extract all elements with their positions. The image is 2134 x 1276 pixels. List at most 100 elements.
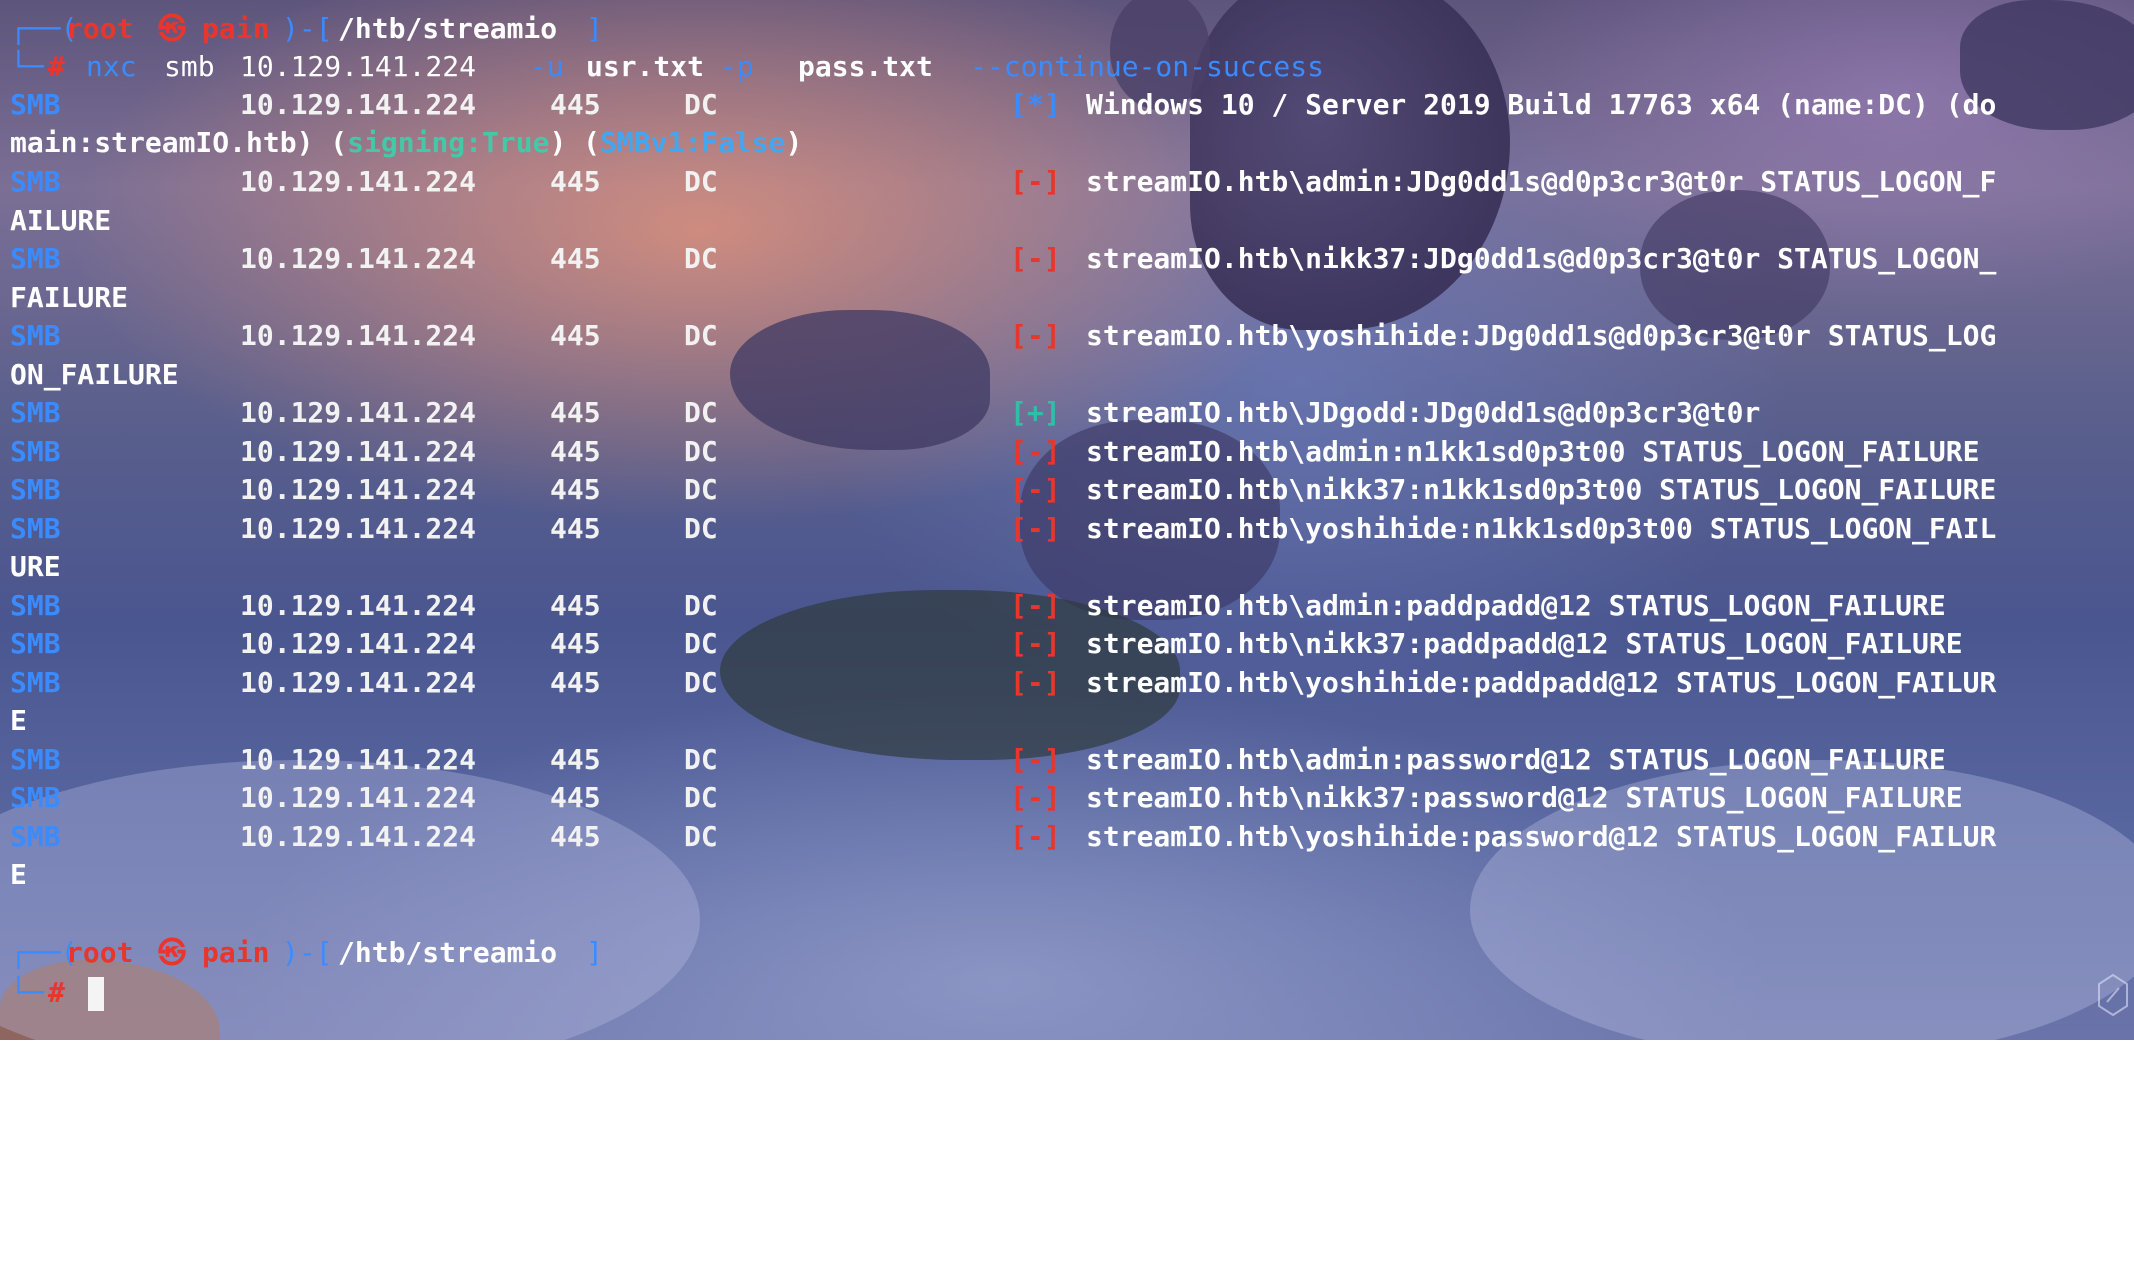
ip-address: 10.129.141.224 [240,165,477,198]
command-flag-user: -u [530,50,564,83]
proto-label: SMB [10,434,61,468]
prompt-frame-close: ] [586,936,603,969]
prompt-header: ┌──( root ㉿ pain )-[ /htb/streamio ] [0,10,603,48]
result-message: streamIO.htb\admin:paddpadd@12 STATUS_LO… [1086,588,1946,622]
result-wrap: E [10,704,27,737]
ip-address: 10.129.141.224 [240,627,477,660]
status-tag-failure: [-] [1010,781,1061,814]
ip-address: 10.129.141.224 [240,319,477,352]
port-number: 445 [550,665,601,699]
prompt-hash: # [48,50,65,83]
ip-address: 10.129.141.224 [240,473,477,506]
command-subcommand: smb [164,50,215,83]
status-tag-failure: [-] [1010,742,1061,776]
host-name: DC [684,665,718,699]
info-wrap-prefix: main:streamIO.htb) ( [10,126,348,159]
result-message: streamIO.htb\yoshihide:paddpadd@12 STATU… [1086,665,1997,699]
proto-label: SMB [10,819,61,853]
port-number: 445 [550,434,601,468]
host-name: DC [684,511,718,545]
prompt-hash: # [48,976,65,1009]
prompt-frame-mid: )-[ [282,12,333,45]
host-name: DC [684,742,718,776]
info-wrap-mid: ) ( [549,126,601,159]
prompt-header-final: ┌──( root ㉿ pain )-[ /htb/streamio ] [0,934,603,972]
prompt-corner: └─ [10,50,44,83]
status-tag-failure: [-] [1010,588,1061,622]
ip-address: 10.129.141.224 [240,781,477,814]
result-wrap: URE [10,550,61,583]
result-wrap: E [10,858,27,891]
proto-label: SMB [10,665,61,699]
host-name: DC [684,781,718,814]
signing-value: signing:True [347,126,550,159]
command-target: 10.129.141.224 [240,50,477,83]
prompt-host: pain [202,12,270,45]
host-name: DC [684,819,718,853]
ip-address: 10.129.141.224 [240,819,477,853]
command-program: nxc [86,50,137,83]
result-message: streamIO.htb\nikk37:password@12 STATUS_L… [1086,781,1963,814]
status-tag-failure: [-] [1010,434,1061,468]
ip-address: 10.129.141.224 [240,742,477,776]
host-name: DC [684,588,718,622]
result-wrap: AILURE [10,203,112,237]
host-name: DC [684,319,718,352]
proto-label: SMB [10,781,61,814]
status-tag-failure: [-] [1010,165,1061,198]
smbv1-value: SMBv1:False [600,126,786,159]
proto-label: SMB [10,627,61,660]
proto-label: SMB [10,165,61,198]
ip-address: 10.129.141.224 [240,242,477,275]
result-message: streamIO.htb\yoshihide:password@12 STATU… [1086,819,1997,853]
result-message: streamIO.htb\admin:n1kk1sd0p3t00 STATUS_… [1086,434,1980,468]
port-number: 445 [550,819,601,853]
port-number: 445 [550,742,601,776]
status-tag-success: [+] [1010,396,1061,429]
info-message: Windows 10 / Server 2019 Build 17763 x64… [1086,88,1997,121]
status-tag-failure: [-] [1010,319,1061,352]
ip-address: 10.129.141.224 [240,588,477,622]
result-message: streamIO.htb\nikk37:JDg0dd1s@d0p3cr3@t0r… [1086,242,1997,275]
result-message: streamIO.htb\admin:JDg0dd1s@d0p3cr3@t0r … [1086,165,1997,198]
result-message: streamIO.htb\nikk37:n1kk1sd0p3t00 STATUS… [1086,473,1997,506]
ip-address: 10.129.141.224 [240,88,477,121]
result-message: streamIO.htb\admin:password@12 STATUS_LO… [1086,742,1946,776]
result-message: streamIO.htb\yoshihide:JDg0dd1s@d0p3cr3@… [1086,319,1997,352]
text-cursor[interactable] [88,977,104,1011]
prompt-path: /htb/streamio [338,936,558,969]
ip-address: 10.129.141.224 [240,665,477,699]
port-number: 445 [550,588,601,622]
host-name: DC [684,165,718,198]
status-tag-failure: [-] [1010,473,1061,506]
status-tag-failure: [-] [1010,511,1061,545]
proto-label: SMB [10,588,61,622]
command-pass-file: pass.txt [798,50,933,83]
output-info-line: SMB 10.129.141.224 445 DC [*] Windows 10… [0,86,1996,124]
result-message: streamIO.htb\yoshihide:n1kk1sd0p3t00 STA… [1086,511,1997,545]
kali-logo-icon [2098,973,2128,1017]
prompt-user: root [66,936,134,969]
terminal-window[interactable]: ┌──( root ㉿ pain )-[ /htb/streamio ] └─ … [0,0,2134,1040]
skull-icon: ㉿ [158,12,187,45]
prompt-path: /htb/streamio [338,12,558,45]
port-number: 445 [550,319,601,352]
proto-label: SMB [10,88,61,121]
proto-label: SMB [10,511,61,545]
prompt-host: pain [202,936,270,969]
status-tag-info: [*] [1010,88,1061,121]
result-wrap: FAILURE [10,280,129,314]
host-name: DC [684,627,718,660]
status-tag-failure: [-] [1010,242,1061,275]
port-number: 445 [550,511,601,545]
prompt-user: root [66,12,134,45]
host-name: DC [684,473,718,506]
status-tag-failure: [-] [1010,819,1061,853]
command-line: └─ # nxc smb 10.129.141.224 -u usr.txt -… [0,48,1324,86]
result-wrap: ON_FAILURE [10,357,179,391]
port-number: 445 [550,781,601,814]
proto-label: SMB [10,742,61,776]
port-number: 445 [550,473,601,506]
result-message: streamIO.htb\JDgodd:JDg0dd1s@d0p3cr3@t0r [1086,396,1761,429]
proto-label: SMB [10,319,61,352]
